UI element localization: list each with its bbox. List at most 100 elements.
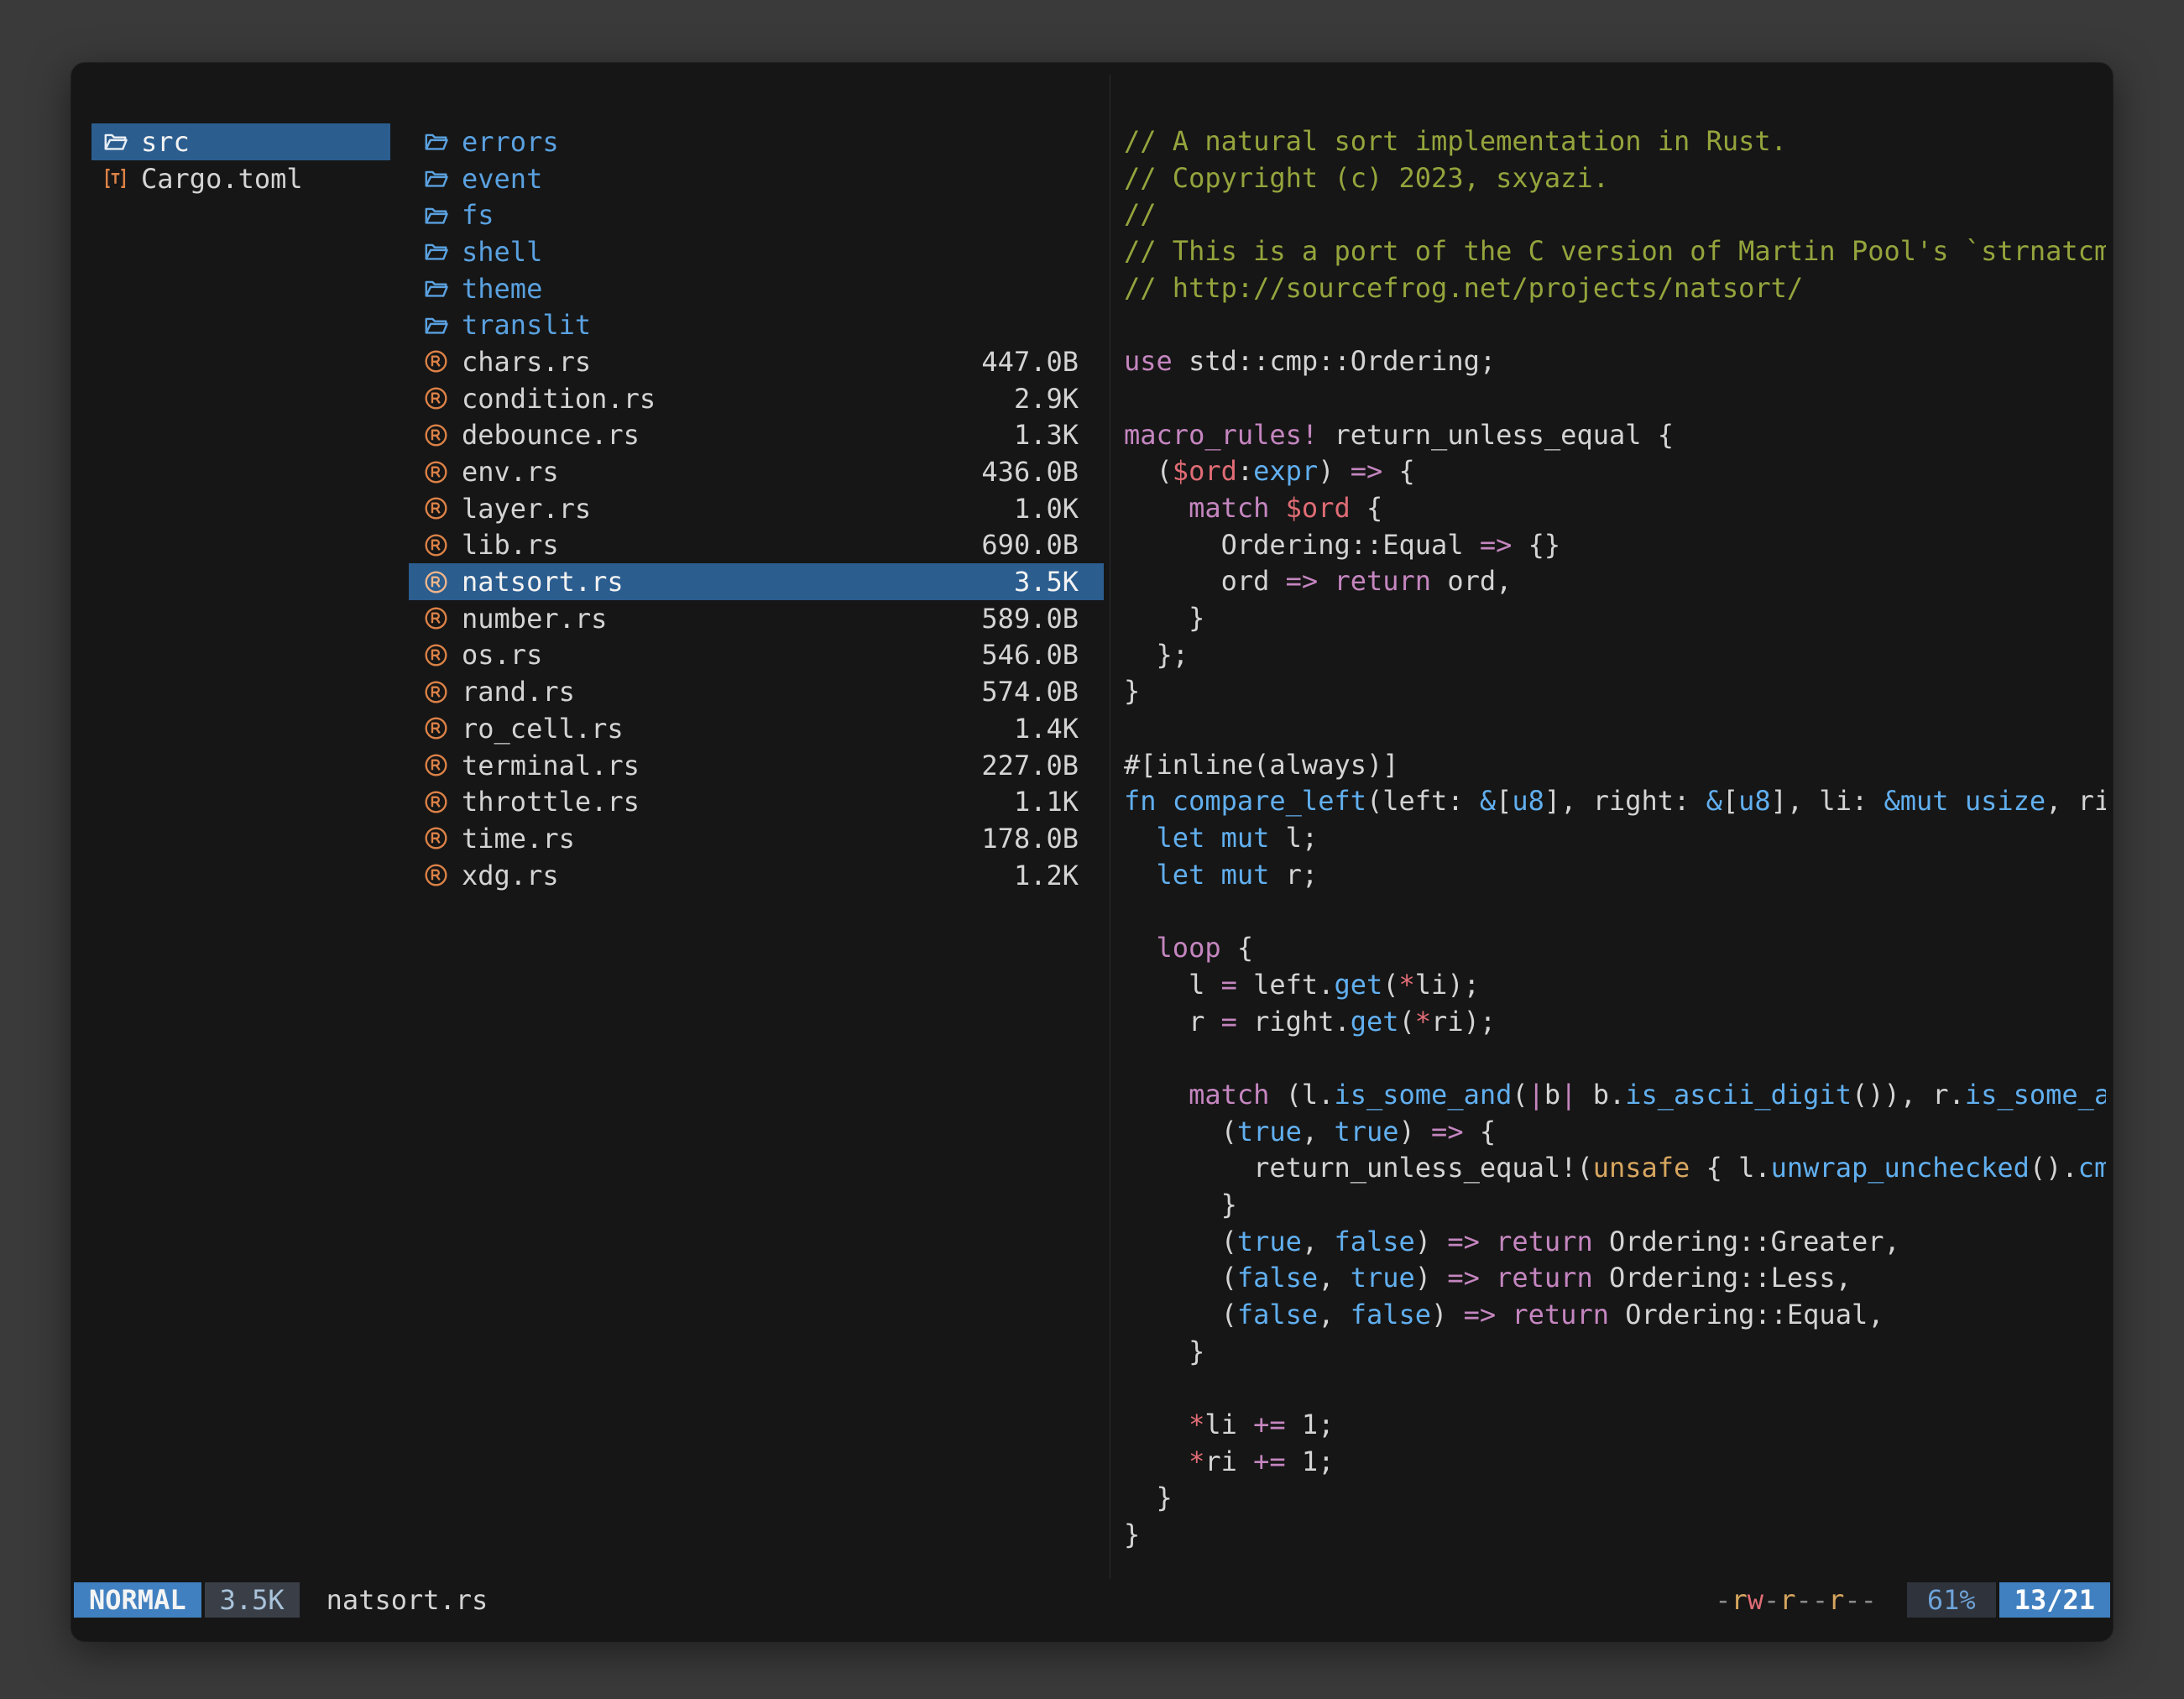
entry-name: shell xyxy=(462,236,542,268)
code-line: } xyxy=(1124,1480,2106,1517)
code-line: ($ord:expr) => { xyxy=(1124,453,2106,490)
cursor-position: 13/21 xyxy=(1999,1582,2110,1618)
folder-open-icon xyxy=(422,238,450,265)
folder-open-icon xyxy=(422,128,450,155)
rust-icon xyxy=(422,824,450,852)
folder-open-icon xyxy=(422,201,450,229)
code-line: *li += 1; xyxy=(1124,1407,2106,1444)
file-row-throttle.rs[interactable]: throttle.rs 1.1K xyxy=(409,783,1104,820)
dir-row-src[interactable]: src xyxy=(91,123,390,160)
code-line: ord => return ord, xyxy=(1124,563,2106,600)
permission-char: w xyxy=(1748,1584,1763,1616)
code-line: macro_rules! return_unless_equal { xyxy=(1124,417,2106,454)
rust-icon xyxy=(422,458,450,486)
rust-icon xyxy=(422,348,450,375)
code-line: return_unless_equal!(unsafe { l.unwrap_u… xyxy=(1124,1150,2106,1187)
rust-icon xyxy=(422,861,450,889)
code-line xyxy=(1124,1370,2106,1407)
entry-name: ro_cell.rs xyxy=(462,713,624,745)
dir-row-translit[interactable]: translit xyxy=(409,306,1104,343)
file-row-env.rs[interactable]: env.rs 436.0B xyxy=(409,453,1104,490)
entry-size: 1.4K xyxy=(1014,713,1079,745)
file-row-number.rs[interactable]: number.rs 589.0B xyxy=(409,600,1104,637)
entry-name: debounce.rs xyxy=(462,419,640,451)
folder-open-icon xyxy=(422,311,450,339)
permission-char: - xyxy=(1796,1584,1812,1616)
entry-size: 3.5K xyxy=(1014,566,1079,598)
file-row-chars.rs[interactable]: chars.rs447.0B xyxy=(409,343,1104,380)
entry-name: xdg.rs xyxy=(462,860,559,891)
entry-name: event xyxy=(462,163,542,195)
code-line: use std::cmp::Ordering; xyxy=(1124,343,2106,380)
status-spacer xyxy=(488,1582,1715,1618)
entry-size: 546.0B xyxy=(981,639,1079,671)
rust-icon xyxy=(422,494,450,522)
dir-row-event[interactable]: event xyxy=(409,160,1104,197)
folder-open-icon xyxy=(102,128,129,155)
file-size-badge: 3.5K xyxy=(205,1582,300,1618)
rust-icon xyxy=(422,568,450,596)
code-line: Ordering::Equal => {} xyxy=(1124,527,2106,564)
entry-size: 2.9K xyxy=(1014,383,1079,415)
file-row-os.rs[interactable]: os.rs 546.0B xyxy=(409,637,1104,674)
entry-name: errors xyxy=(462,126,559,158)
permission-char: r xyxy=(1779,1584,1795,1616)
dir-row-shell[interactable]: shell xyxy=(409,233,1104,270)
rust-icon xyxy=(422,384,450,412)
entry-name: throttle.rs xyxy=(462,786,640,818)
entry-size: 690.0B xyxy=(981,529,1079,561)
file-row-debounce.rs[interactable]: debounce.rs1.3K xyxy=(409,417,1104,454)
entry-size: 227.0B xyxy=(981,750,1079,782)
file-preview-pane: // A natural sort implementation in Rust… xyxy=(1124,123,2106,1554)
entry-name: number.rs xyxy=(462,603,607,635)
file-row-ro_cell.rs[interactable]: ro_cell.rs 1.4K xyxy=(409,710,1104,747)
dir-row-fs[interactable]: fs xyxy=(409,196,1104,233)
rust-icon xyxy=(422,714,450,742)
status-filename: natsort.rs xyxy=(327,1582,489,1618)
parent-directory-pane: srcCargo.toml xyxy=(91,123,390,196)
entry-name: theme xyxy=(462,273,542,305)
code-line: } xyxy=(1124,1334,2106,1371)
entry-name: fs xyxy=(462,199,494,231)
code-line xyxy=(1124,710,2106,747)
dir-row-errors[interactable]: errors xyxy=(409,123,1104,160)
file-row-terminal.rs[interactable]: terminal.rs 227.0B xyxy=(409,747,1104,784)
file-row-Cargo.toml[interactable]: Cargo.toml xyxy=(91,160,390,197)
entry-size: 574.0B xyxy=(981,676,1079,708)
rust-icon xyxy=(422,421,450,449)
code-line xyxy=(1124,1040,2106,1077)
entry-size: 178.0B xyxy=(981,823,1079,855)
entry-size: 1.2K xyxy=(1014,860,1079,891)
code-line: // http://sourcefrog.net/projects/natsor… xyxy=(1124,270,2106,307)
code-line: (true, false) => return Ordering::Greate… xyxy=(1124,1224,2106,1261)
file-row-lib.rs[interactable]: lib.rs690.0B xyxy=(409,527,1104,564)
code-line: let mut l; xyxy=(1124,820,2106,857)
permission-char: - xyxy=(1844,1584,1860,1616)
entry-size: 589.0B xyxy=(981,603,1079,635)
entry-name: src xyxy=(141,126,190,158)
file-row-natsort.rs[interactable]: natsort.rs3.5K xyxy=(409,563,1104,600)
code-line: } xyxy=(1124,1517,2106,1554)
entry-name: terminal.rs xyxy=(462,750,640,782)
dir-row-theme[interactable]: theme xyxy=(409,270,1104,307)
current-directory-pane: errors event fs shell theme translitchars.rs4… xyxy=(409,123,1104,893)
entry-size: 1.1K xyxy=(1014,786,1079,818)
entry-name: time.rs xyxy=(462,823,575,855)
code-line: // Copyright (c) 2023, sxyazi. xyxy=(1124,160,2106,197)
file-row-xdg.rs[interactable]: xdg.rs 1.2K xyxy=(409,857,1104,894)
entry-name: condition.rs xyxy=(462,383,656,415)
status-bar: NORMAL 3.5K natsort.rs -rw-r--r-- 61% 13… xyxy=(74,1582,2110,1618)
file-row-layer.rs[interactable]: layer.rs1.0K xyxy=(409,490,1104,527)
entry-name: os.rs xyxy=(462,639,542,671)
file-row-time.rs[interactable]: time.rs 178.0B xyxy=(409,820,1104,857)
desktop: { "left_pane": { "items": [ {"icon": "fo… xyxy=(0,0,2184,1699)
file-row-condition.rs[interactable]: condition.rs 2.9K xyxy=(409,380,1104,417)
file-row-rand.rs[interactable]: rand.rs574.0B xyxy=(409,673,1104,710)
permission-char: - xyxy=(1861,1584,1877,1616)
yazi-file-manager-window: srcCargo.toml errors event fs shell theme tra… xyxy=(71,63,2113,1641)
code-line: (false, true) => return Ordering::Less, xyxy=(1124,1260,2106,1297)
entry-name: env.rs xyxy=(462,456,559,488)
code-line: // This is a port of the C version of Ma… xyxy=(1124,233,2106,270)
entry-size: 436.0B xyxy=(981,456,1079,488)
entry-name: translit xyxy=(462,309,591,341)
